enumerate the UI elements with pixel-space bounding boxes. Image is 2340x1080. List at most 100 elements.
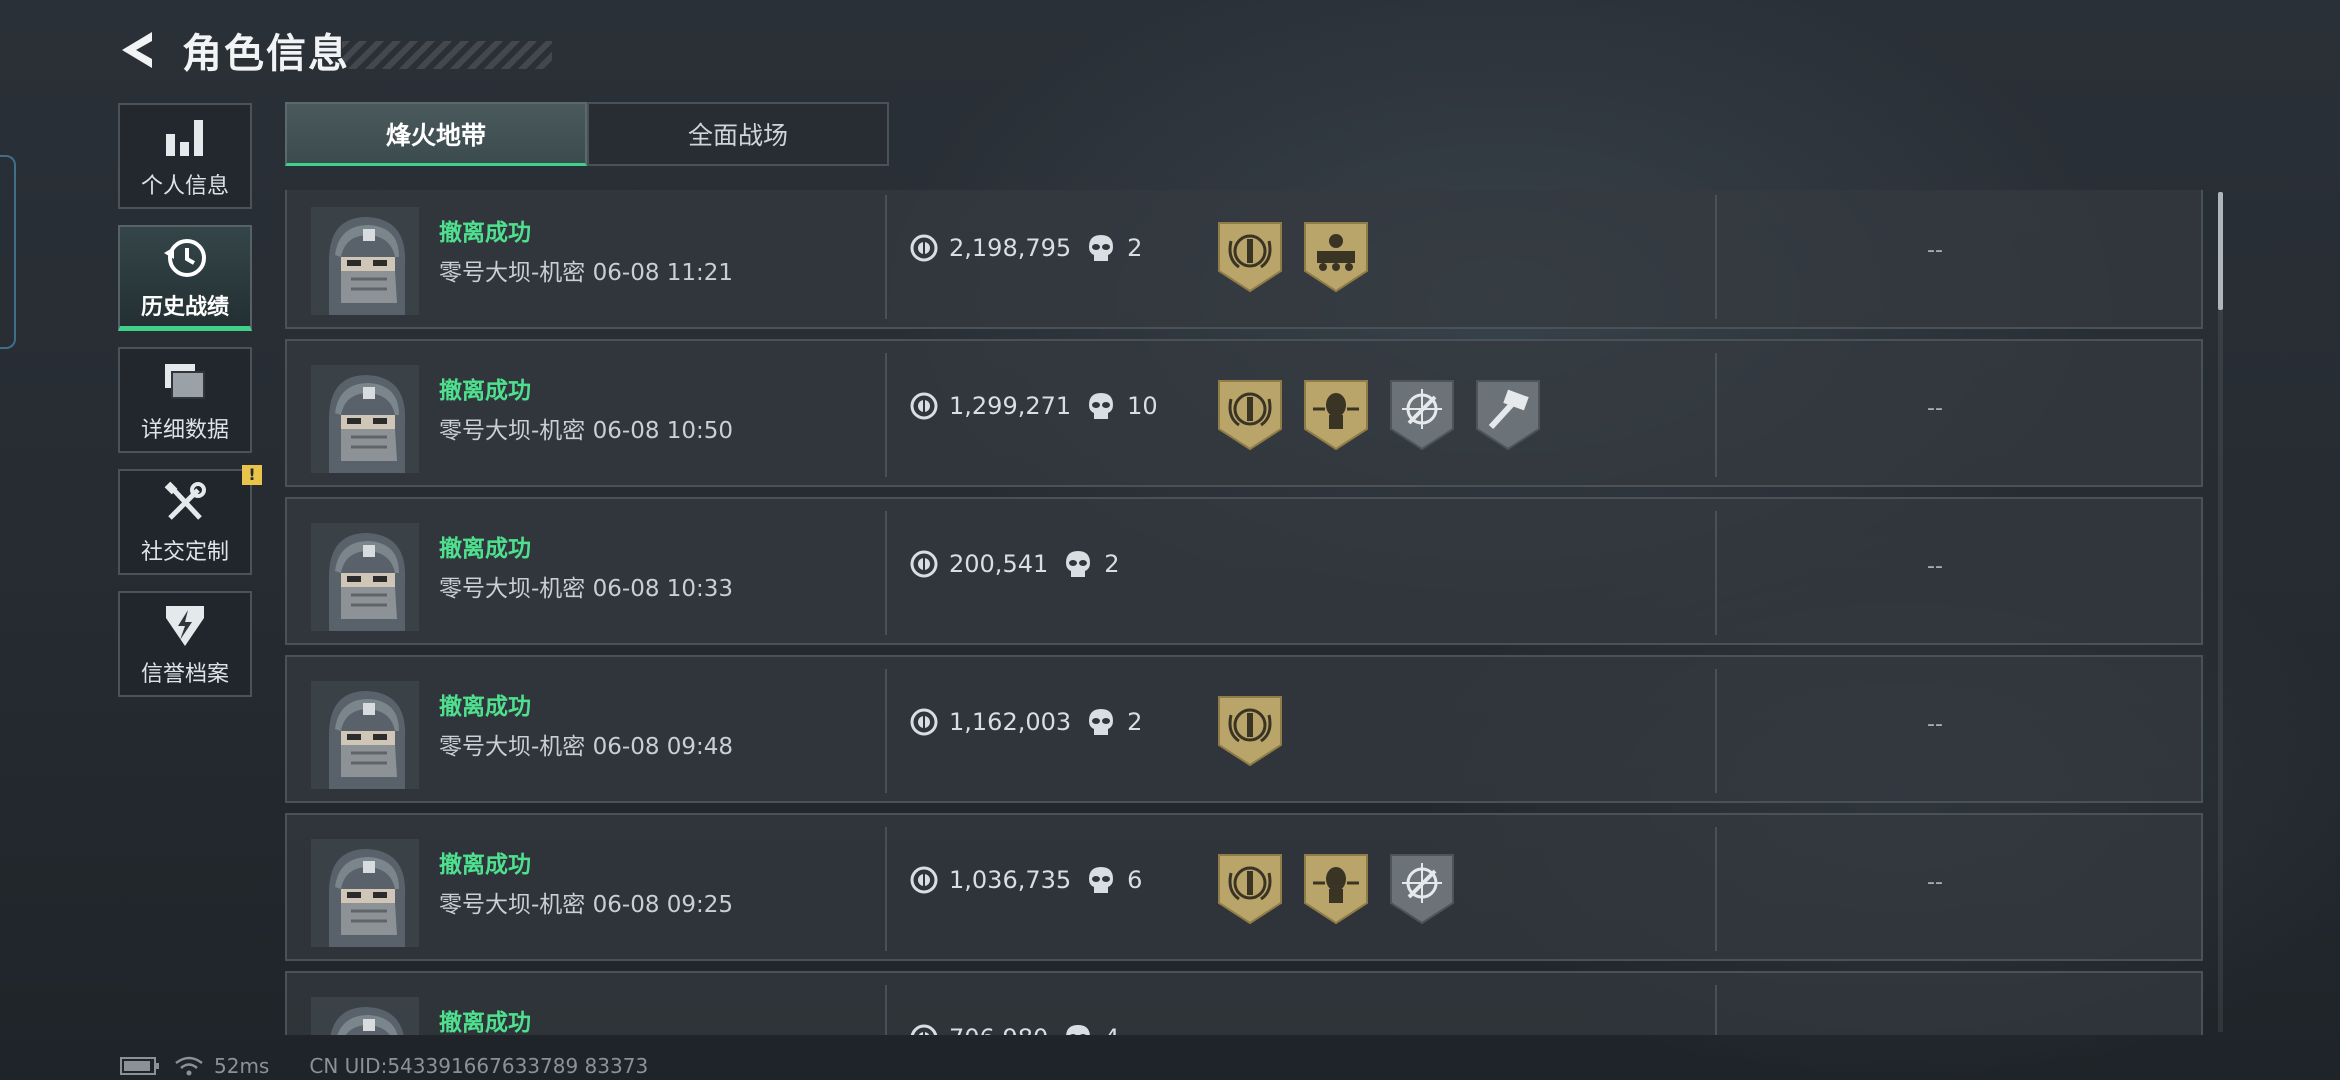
kill-count: 4 [1104,1024,1119,1035]
gold-wreath-medal-icon [1217,695,1283,767]
gold-wreath-medal-icon [1217,379,1283,451]
map-name: 零号大坝-机密 [439,418,586,444]
sidebar-item-label: 个人信息 [140,174,229,199]
extract-status: 撤离成功 [439,378,531,404]
battery-icon [120,1057,159,1075]
match-time: 06-08 09:48 [592,734,734,760]
sidebar-item-label: 历史战绩 [140,294,229,320]
record-row[interactable]: 撤离成功 零号大坝-机密 06-08 09:25 1,036,735 6 -- [285,813,2203,961]
loot-value: 2,198,795 [949,234,1072,262]
coin-icon [910,708,938,736]
scrollbar-track[interactable] [2218,192,2223,1032]
record-row[interactable]: 撤离成功 零号大坝-机密 06-08 09:48 1,162,003 2 -- [285,655,2203,803]
skull-icon [1089,393,1114,419]
loot-value: 1,299,271 [949,392,1072,420]
gold-soldier-medal-icon [1303,379,1369,451]
column-divider [1715,669,1717,793]
kill-count: 6 [1127,866,1143,894]
extra-stat: -- [1927,1028,1943,1035]
coin-icon [910,550,938,578]
loot-and-kills: 1,299,271 10 [909,391,1158,421]
kill-count: 2 [1104,550,1120,578]
gold-soldier-medal-icon [1303,853,1369,925]
kill-count: 2 [1127,234,1143,262]
sidebar-item-details[interactable]: 详细数据 [118,347,252,453]
skull-icon [1089,709,1114,735]
column-divider [1715,827,1717,951]
match-time: 06-08 10:50 [592,418,734,444]
operator-avatar [311,681,419,789]
operator-avatar [311,839,419,947]
back-arrow-icon[interactable] [118,28,162,72]
gold-wreath-medal-icon [1217,853,1283,925]
map-and-time: 零号大坝-机密 06-08 10:50 [439,411,733,445]
notification-badge: ! [242,465,262,485]
map-and-time: 零号大坝-机密 06-08 09:48 [439,727,733,761]
coin-icon [910,392,938,420]
status-footer: 52ms CN UID:543391667633789 83373 [120,1054,648,1078]
folders-icon [165,364,205,399]
medal-list [1217,379,1561,451]
map-and-time: 零号大坝-机密 06-08 10:33 [439,569,733,603]
operator-avatar [311,207,419,315]
side-panel-handle[interactable] [0,155,16,349]
sidebar: 个人信息 历史战绩 详细数据 ! 社交定制 信誉档案 [118,103,262,713]
map-name: 零号大坝-机密 [439,576,586,602]
extract-status: 撤离成功 [439,220,531,246]
match-time: 06-08 09:25 [592,892,734,918]
skull-icon [1089,867,1114,893]
loot-and-kills: 2,198,795 2 [909,233,1142,263]
loot-and-kills: 200,541 2 [909,549,1120,579]
tab-warzone[interactable]: 烽火地带 [285,102,587,166]
skull-icon [1066,1025,1091,1035]
loot-value: 1,162,003 [949,708,1072,736]
map-and-time: 零号大坝-机密 06-08 09:25 [439,885,733,919]
page-title: 角色信息 [182,31,350,77]
operator-avatar [311,997,419,1035]
header: 角色信息 [118,24,552,77]
column-divider [1715,353,1717,477]
map-name: 零号大坝-机密 [439,734,586,760]
map-name: 零号大坝-机密 [439,892,586,918]
gold-wreath-medal-icon [1217,221,1283,293]
record-list[interactable]: 撤离成功 零号大坝-机密 06-08 11:21 2,198,795 2 -- 撤离成功零… [285,190,2205,1035]
extra-stat: -- [1927,870,1943,895]
record-row[interactable]: 撤离成功零号大坝-机密 06-08 10:50 1,299,271 10 -- [285,339,2203,487]
history-clock-icon [164,238,206,277]
sidebar-item-reputation[interactable]: 信誉档案 [118,591,252,697]
skull-icon [1089,235,1114,261]
coin-icon [910,234,938,262]
sidebar-item-history[interactable]: 历史战绩 [118,225,252,331]
title-decoration [342,41,552,69]
scrollbar-thumb[interactable] [2218,192,2223,310]
extra-stat: -- [1927,396,1943,421]
sidebar-item-label: 信誉档案 [140,662,229,687]
loot-and-kills: 1,036,735 6 [909,865,1142,895]
silver-crosshair-medal-icon [1389,379,1455,451]
coin-icon [910,1024,938,1035]
record-row[interactable]: 撤离成功 零号大坝-机密 06-08 11:21 2,198,795 2 -- [285,190,2203,329]
operator-avatar [311,365,419,473]
column-divider [1715,195,1717,319]
loot-and-kills: 1,162,003 2 [909,707,1142,737]
medal-list [1217,853,1475,925]
sidebar-item-social[interactable]: ! 社交定制 [118,465,262,575]
gold-tank-medal-icon [1304,222,1368,292]
loot-value: 706,980 [949,1024,1048,1035]
sidebar-item-profile[interactable]: 个人信息 [118,103,252,209]
extra-stat: -- [1927,712,1943,737]
medal-list [1217,221,1389,293]
tab-battlefield[interactable]: 全面战场 [587,102,889,166]
coin-icon [910,866,938,894]
map-and-time: 零号大坝-机密 06-08 11:21 [439,253,733,287]
column-divider [885,669,887,793]
loot-value: 200,541 [949,550,1049,578]
extract-status: 撤离成功 [439,536,531,562]
record-row[interactable]: 撤离成功 零号大坝-机密 06-08 10:33 200,541 2 -- [285,497,2203,645]
shield-bolt-icon [166,606,204,646]
column-divider [885,827,887,951]
silver-crosshair-medal-icon [1389,853,1455,925]
record-row[interactable]: 撤离成功零号大坝-机密 06-08 08:53706,9804-- [285,971,2203,1035]
operator-avatar [311,523,419,631]
extract-status: 撤离成功 [439,1010,531,1035]
